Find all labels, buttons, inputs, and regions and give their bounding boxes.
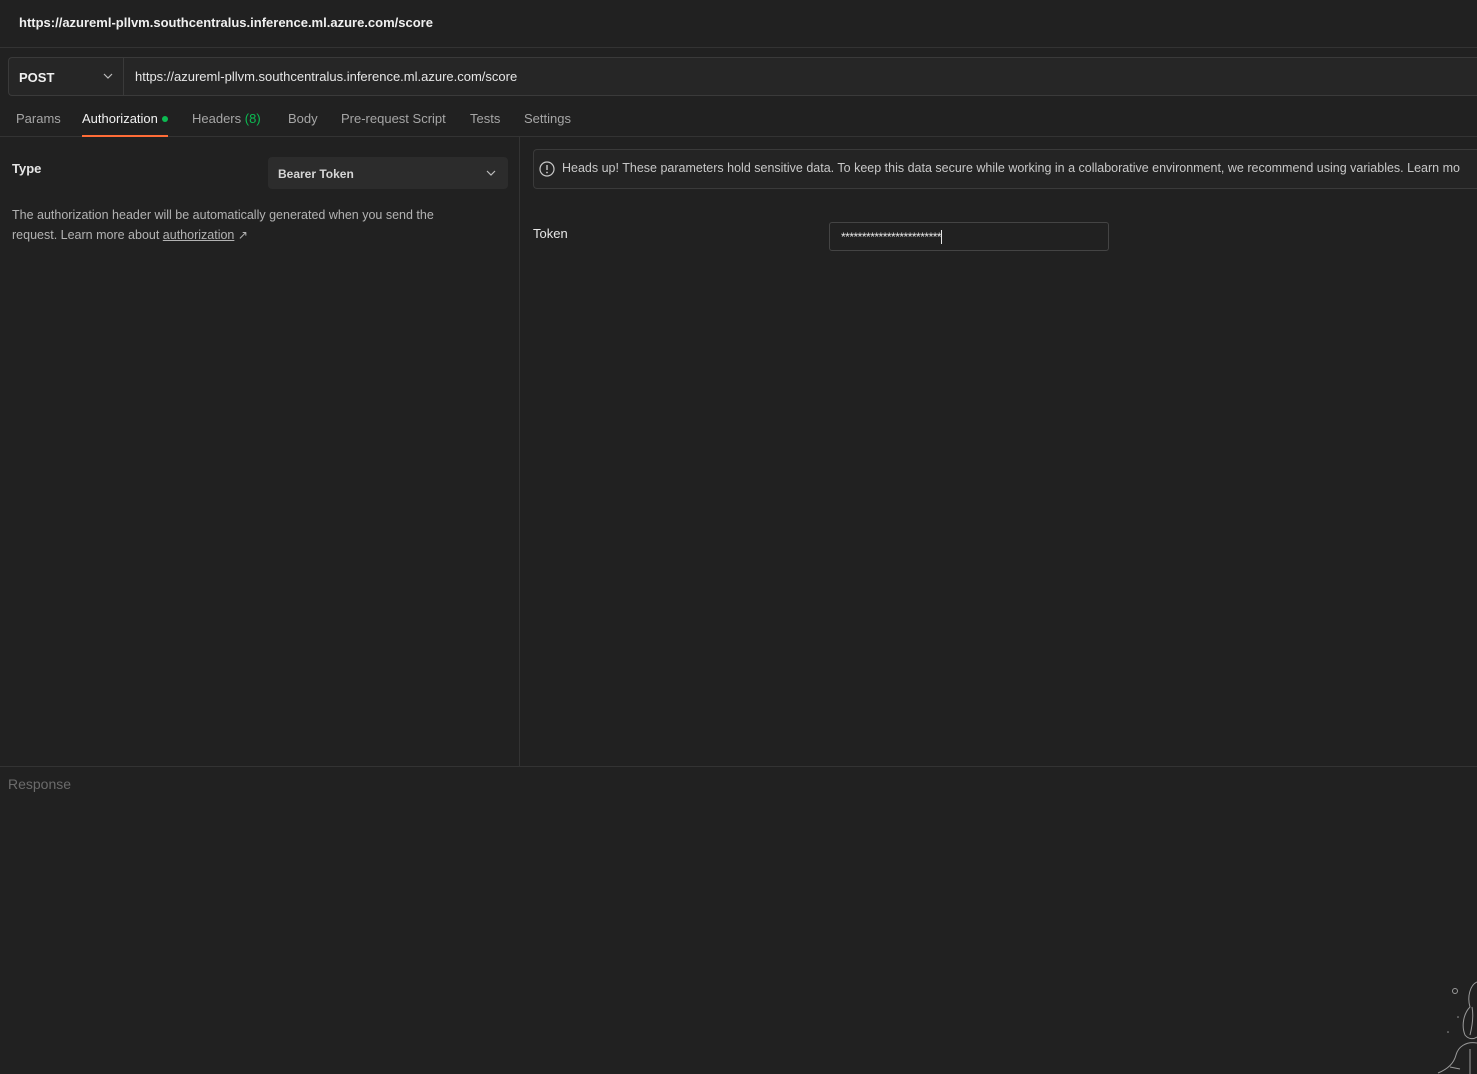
info-icon — [539, 161, 555, 177]
auth-type-select[interactable]: Bearer Token — [268, 157, 508, 189]
url-input[interactable]: https://azureml-pllvm.southcentralus.inf… — [135, 69, 517, 84]
astronaut-illustration — [1437, 981, 1477, 1074]
tab-pre-request-script[interactable]: Pre-request Script — [341, 111, 446, 137]
request-title[interactable]: https://azureml-pllvm.southcentralus.inf… — [19, 15, 433, 30]
response-pane: Response — [0, 766, 1477, 1074]
request-tabs: Params Authorization Headers (8) Body Pr… — [0, 97, 1477, 137]
auth-description: The authorization header will be automat… — [12, 208, 434, 242]
request-title-bar: https://azureml-pllvm.southcentralus.inf… — [0, 0, 1477, 48]
headers-count-badge: (8) — [244, 111, 261, 126]
token-input[interactable]: ************************ — [829, 222, 1109, 251]
tab-body[interactable]: Body — [288, 111, 318, 137]
text-caret — [941, 230, 943, 244]
tab-headers[interactable]: Headers (8) — [192, 111, 261, 137]
external-link-icon: ↗ — [237, 228, 248, 242]
token-value: ************************ — [841, 230, 942, 244]
active-indicator-dot — [161, 116, 168, 122]
sensitive-data-alert: Heads up! These parameters hold sensitiv… — [533, 149, 1477, 189]
chevron-down-icon — [486, 170, 496, 176]
tab-settings[interactable]: Settings — [524, 111, 571, 137]
response-label: Response — [8, 776, 72, 792]
auth-type-pane: Type Bearer Token The authorization head… — [0, 137, 520, 766]
tab-authorization[interactable]: Authorization — [82, 111, 168, 137]
auth-type-label: Type — [12, 161, 42, 176]
request-bar: POST https://azureml-pllvm.southcentralu… — [8, 57, 1477, 96]
chevron-down-icon — [103, 73, 113, 79]
auth-type-value: Bearer Token — [278, 167, 354, 181]
tab-params[interactable]: Params — [16, 111, 61, 137]
token-label: Token — [533, 226, 568, 241]
auth-config-pane: Heads up! These parameters hold sensitiv… — [521, 137, 1477, 766]
tab-tests[interactable]: Tests — [470, 111, 500, 137]
method-label: POST — [19, 70, 55, 85]
authorization-docs-link[interactable]: authorization — [163, 228, 235, 242]
alert-message: Heads up! These parameters hold sensitiv… — [562, 161, 1460, 175]
method-select[interactable]: POST — [9, 58, 124, 95]
